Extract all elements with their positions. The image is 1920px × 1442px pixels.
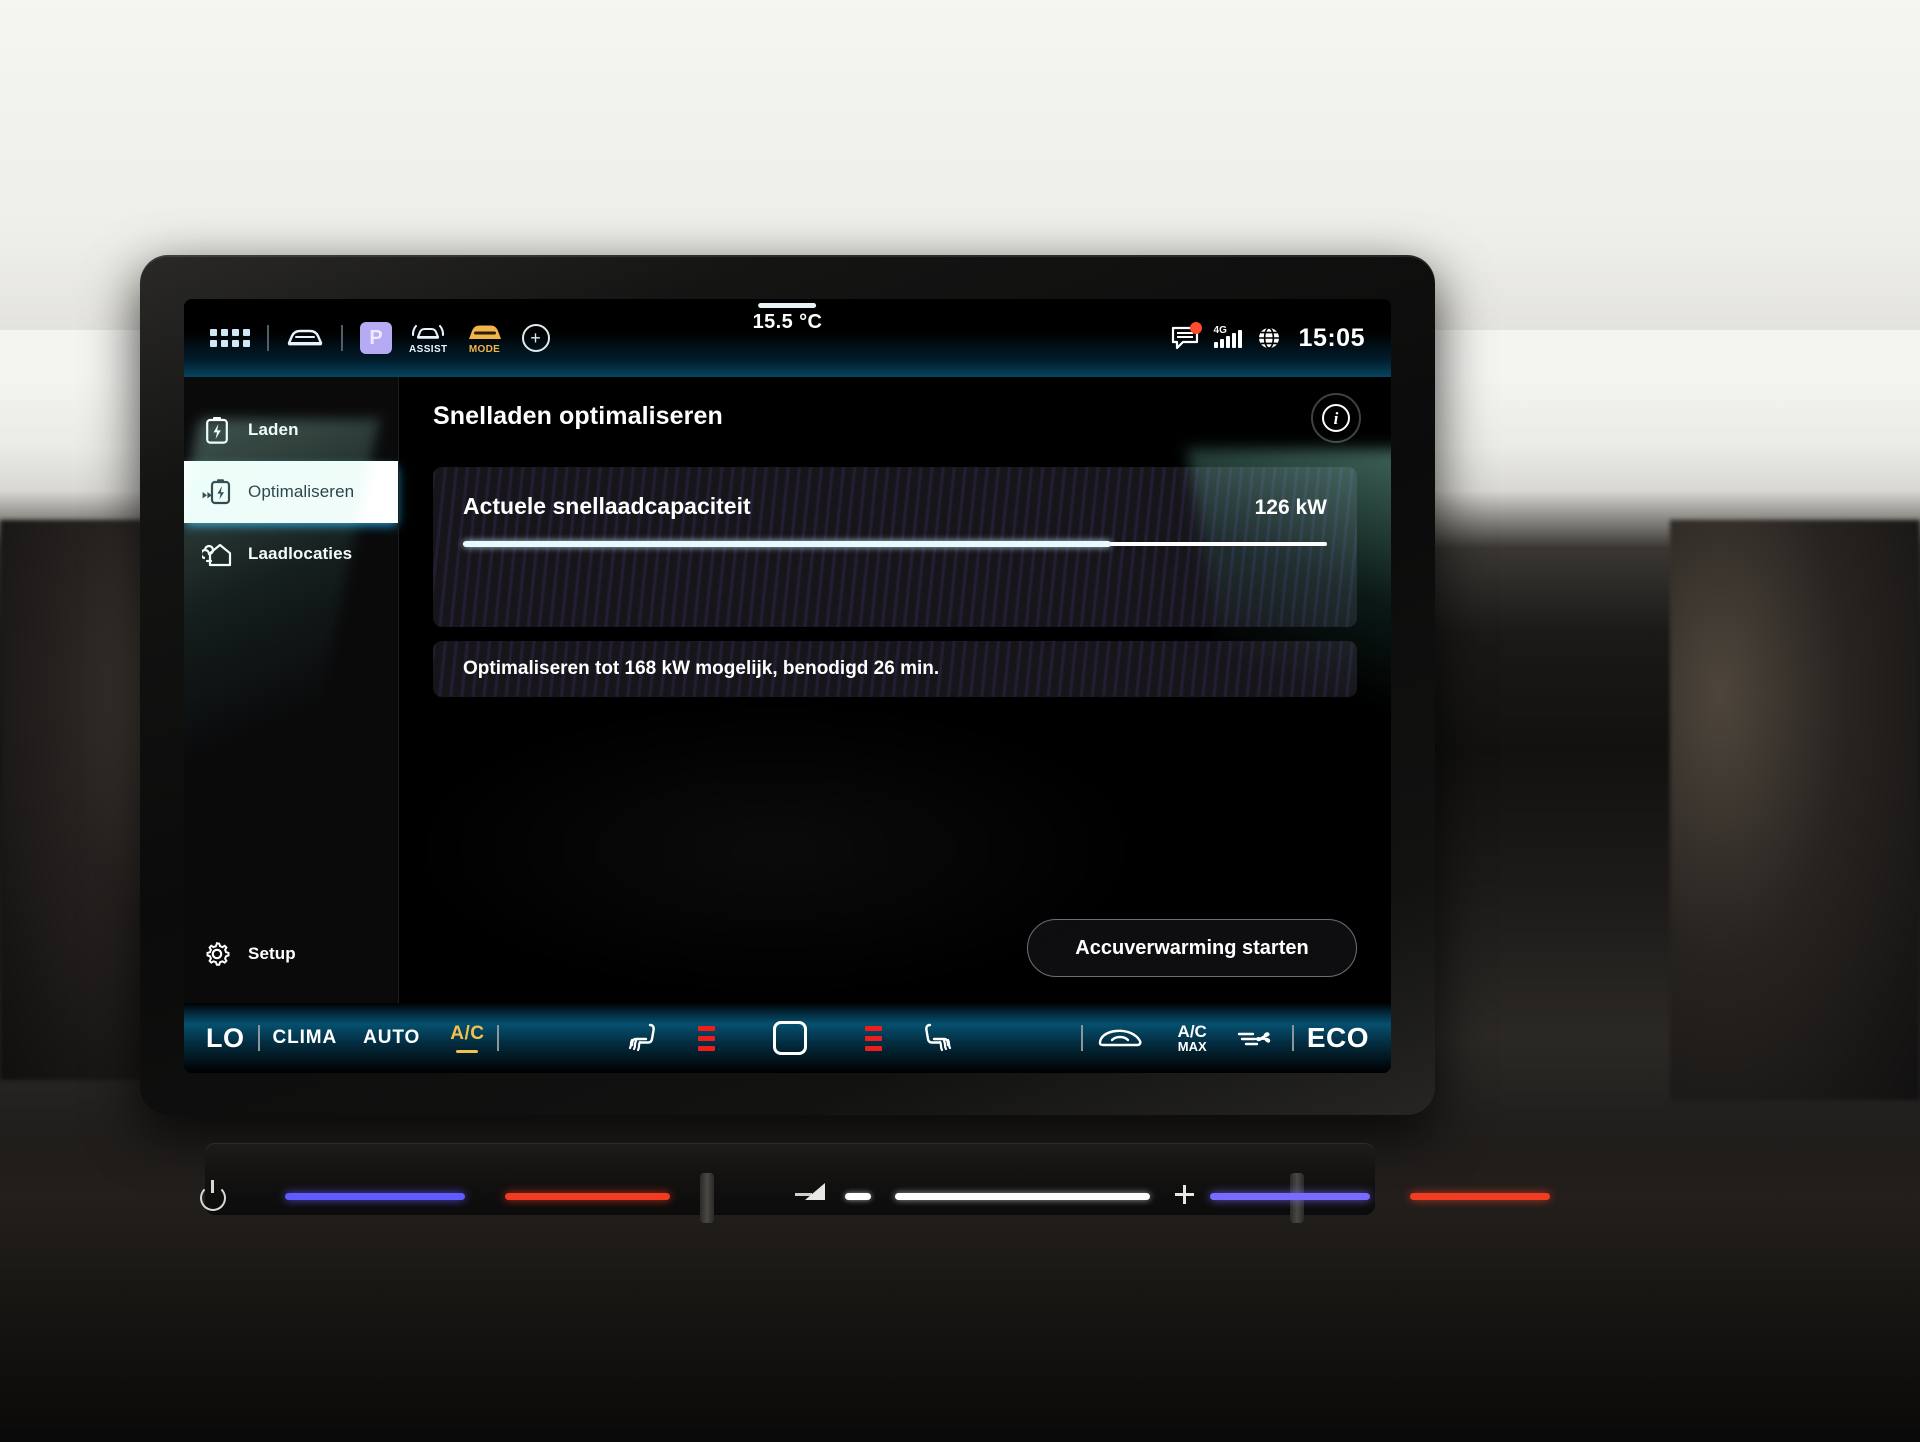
sidebar-item-setup[interactable]: Setup	[184, 923, 399, 985]
sidebar-item-label: Setup	[248, 944, 296, 963]
action-row: Accuverwarming starten	[1027, 919, 1357, 977]
network-type-label: 4G	[1213, 325, 1227, 336]
dashboard-right-panel	[1670, 520, 1920, 1100]
sidebar-item-label: Optimaliseren	[248, 482, 355, 501]
capacity-card: Actuele snellaadcapaciteit 126 kW	[433, 467, 1357, 627]
optimization-note: Optimaliseren tot 168 kW mogelijk, benod…	[463, 658, 940, 679]
outside-temperature: 15.5 °C	[752, 311, 823, 333]
drive-mode-button[interactable]: MODE	[465, 322, 505, 355]
gear-icon	[202, 940, 232, 968]
sidebar-item-label: Laadlocaties	[248, 544, 353, 563]
capacity-value: 126 kW	[1254, 496, 1327, 519]
status-bar: P ASSIST MODE + 15.5 °C 4G 15:05	[184, 299, 1391, 377]
temperature-display[interactable]: 15.5 °C	[753, 303, 823, 334]
capacity-progress-fill	[463, 541, 1111, 547]
climate-divider-1	[257, 1025, 260, 1051]
ac-max-bottom-label: MAX	[1177, 1039, 1207, 1055]
ac-max-top-label: A/C	[1177, 1021, 1207, 1041]
air-recirculation-icon[interactable]	[1096, 1025, 1144, 1051]
volume-up-mark[interactable]	[1175, 1185, 1194, 1204]
capacity-progress-track[interactable]	[463, 541, 1327, 547]
app-grid-icon[interactable]	[210, 329, 250, 347]
sidebar: Laden Optimaliseren Laadlocaties Setup	[184, 377, 399, 1003]
sidebar-item-laadlocaties[interactable]: Laadlocaties	[184, 523, 399, 585]
clock: 15:05	[1298, 323, 1365, 352]
climate-divider-4	[1291, 1025, 1294, 1051]
climate-lo-button[interactable]: LO	[206, 1023, 245, 1054]
climate-clima-button[interactable]: CLIMA	[273, 1027, 338, 1049]
home-square-icon[interactable]	[773, 1021, 808, 1055]
seat-heating-right-icon[interactable]	[916, 1021, 954, 1055]
blower-fan-icon[interactable]	[1237, 1025, 1279, 1051]
climate-lo-label: LO	[206, 1022, 245, 1053]
climate-ac-label: A/C	[450, 1023, 485, 1044]
temp-slider-left-knob[interactable]	[700, 1173, 714, 1223]
seat-heating-left-icon[interactable]	[626, 1021, 664, 1055]
seat-heating-right-level[interactable]	[865, 1025, 883, 1051]
status-divider-2	[341, 325, 343, 351]
infotainment-screen: P ASSIST MODE + 15.5 °C 4G 15:05 Laden O…	[184, 299, 1391, 1073]
drag-handle[interactable]	[758, 303, 817, 308]
eco-label: ECO	[1306, 1022, 1370, 1053]
speaker-icon	[805, 1183, 825, 1200]
drive-mode-icon	[468, 325, 501, 339]
add-shortcut-button[interactable]: +	[521, 324, 550, 352]
hardware-control-strip	[175, 1125, 1550, 1245]
capacity-label: Actuele snellaadcapaciteit	[463, 493, 751, 519]
drive-mode-label: MODE	[468, 343, 501, 355]
info-icon: i	[1322, 404, 1350, 432]
park-status-badge[interactable]: P	[360, 322, 392, 354]
optimization-note-card: Optimaliseren tot 168 kW mogelijk, benod…	[433, 641, 1357, 697]
ac-max-button[interactable]: A/C MAX	[1177, 1021, 1207, 1055]
power-icon[interactable]	[200, 1180, 226, 1211]
battery-charge-icon	[202, 416, 232, 444]
globe-icon	[1258, 327, 1279, 349]
status-divider-1	[267, 325, 269, 351]
climate-clima-label: CLIMA	[272, 1027, 338, 1048]
climate-ac-active-indicator	[456, 1050, 479, 1053]
start-battery-heating-button[interactable]: Accuverwarming starten	[1027, 919, 1357, 977]
temp-slider-left-warm[interactable]	[505, 1193, 670, 1200]
infotainment-display-bezel: P ASSIST MODE + 15.5 °C 4G 15:05 Laden O…	[140, 255, 1435, 1115]
assist-button[interactable]: ASSIST	[409, 322, 448, 355]
card-texture	[433, 467, 1357, 627]
main-content: Snelladen optimaliseren i Actuele snella…	[399, 377, 1391, 1003]
signal-bars-icon: 4G	[1213, 325, 1242, 348]
climate-auto-label: AUTO	[363, 1027, 421, 1048]
temp-slider-left-cold[interactable]	[285, 1193, 465, 1200]
strip-surface	[200, 1143, 1550, 1223]
sidebar-item-label: Laden	[248, 420, 299, 439]
notification-dot	[1189, 322, 1202, 334]
volume-track[interactable]	[895, 1193, 1150, 1200]
info-button[interactable]: i	[1311, 393, 1361, 443]
seat-heating-left-level[interactable]	[698, 1025, 716, 1051]
sidebar-item-optimaliseren[interactable]: Optimaliseren	[184, 461, 399, 523]
sidebar-item-laden[interactable]: Laden	[184, 399, 399, 461]
assist-label: ASSIST	[409, 343, 448, 355]
temp-slider-right-warm[interactable]	[1410, 1193, 1550, 1200]
page-title: Snelladen optimaliseren	[433, 401, 723, 430]
car-front-icon[interactable]	[286, 327, 324, 349]
climate-ac-button[interactable]: A/C	[450, 1023, 484, 1053]
message-icon[interactable]	[1171, 322, 1202, 350]
temp-slider-right-cold[interactable]	[1210, 1193, 1370, 1200]
assist-icon	[412, 324, 445, 339]
eco-button[interactable]: ECO	[1307, 1022, 1369, 1054]
climate-auto-button[interactable]: AUTO	[363, 1027, 420, 1049]
charge-station-icon	[202, 540, 232, 568]
battery-boost-icon	[202, 478, 232, 506]
climate-divider-2	[497, 1025, 500, 1051]
climate-bar: LO CLIMA AUTO A/C A/C MAX ECO	[184, 1003, 1391, 1073]
climate-divider-3	[1080, 1025, 1083, 1051]
volume-track-start[interactable]	[845, 1193, 871, 1200]
